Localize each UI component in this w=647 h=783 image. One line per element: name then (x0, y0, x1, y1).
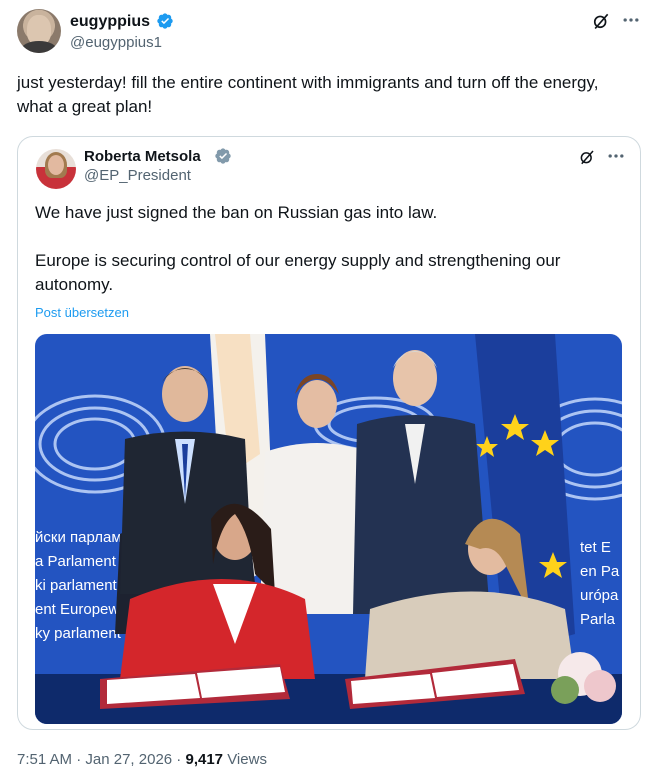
post-time[interactable]: 7:51 AM (17, 751, 72, 768)
author-name[interactable]: eugyppius (70, 12, 150, 32)
quoted-post[interactable]: Roberta Metsola @EP_President We have ju… (17, 136, 641, 730)
more-icon[interactable] (621, 10, 641, 30)
post-footer: 7:51 AM · Jan 27, 2026 · 9,417 Views (17, 750, 267, 770)
sign-line: en Pa (580, 563, 620, 580)
sign-line: йски парлам (35, 529, 122, 546)
verified-badge-icon (215, 148, 231, 164)
author-handle[interactable]: @eugyppius1 (70, 34, 162, 52)
quoted-author-name[interactable]: Roberta Metsola (84, 147, 201, 167)
footer-separator: · (72, 751, 86, 768)
sign-line: a Parlament E (35, 553, 130, 570)
grok-icon[interactable] (578, 148, 596, 166)
sign-line: tet E (580, 539, 611, 556)
quoted-post-text: We have just signed the ban on Russian g… (35, 203, 561, 294)
avatar-body (21, 41, 57, 53)
sign-line: Parla (580, 611, 616, 628)
photo-illustration: йски парлам a Parlament E ki parlament F… (35, 334, 622, 724)
verified-badge-icon (157, 13, 173, 29)
post-avatar[interactable] (17, 9, 61, 53)
sign-line: ky parlament (35, 625, 122, 642)
quoted-avatar[interactable] (36, 149, 76, 189)
avatar-face (48, 155, 64, 175)
grok-icon[interactable] (591, 11, 611, 31)
views-label: Views (223, 751, 267, 768)
sign-line: ent Europew (35, 601, 119, 618)
quoted-author-handle[interactable]: @EP_President (84, 167, 191, 185)
translate-link[interactable]: Post übersetzen (35, 305, 129, 320)
footer-separator: · (172, 751, 186, 768)
more-icon[interactable] (606, 146, 626, 166)
views-count: 9,417 (185, 751, 224, 768)
post-photo[interactable]: йски парлам a Parlament E ki parlament F… (35, 334, 622, 724)
post-text: just yesterday! fill the entire continen… (17, 73, 599, 116)
sign-line: urópa (580, 587, 619, 604)
sign-line: ki parlament F (35, 577, 130, 594)
post-date[interactable]: Jan 27, 2026 (85, 751, 172, 768)
